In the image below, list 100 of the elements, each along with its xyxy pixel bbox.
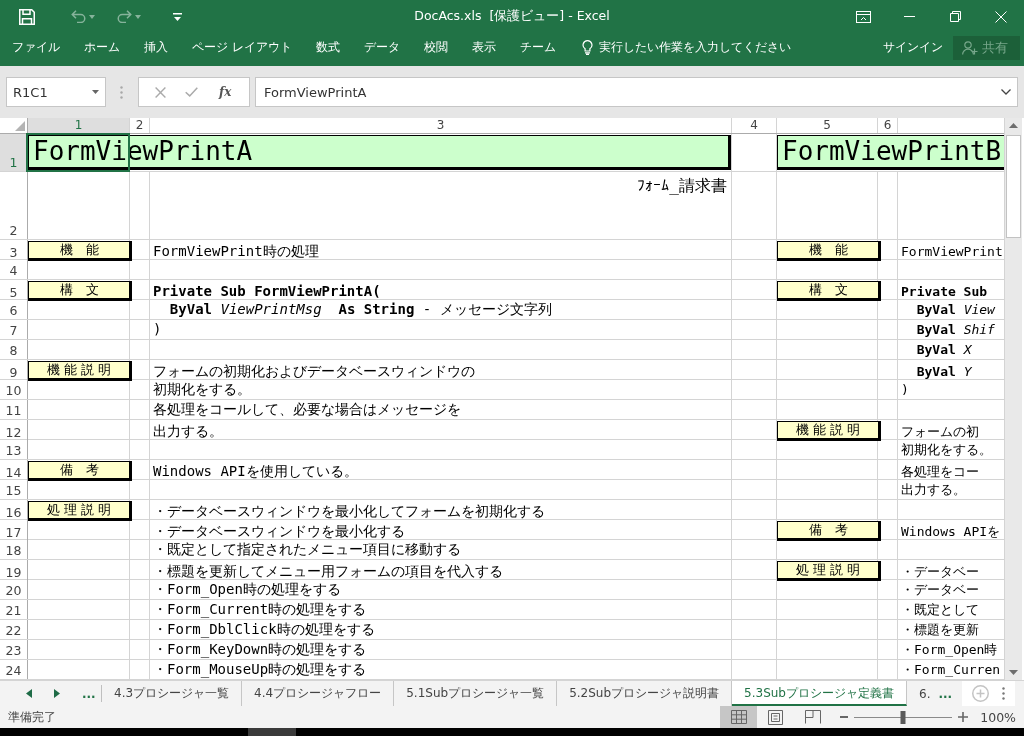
cell-text: ByVal ViewPrintMsg As String - メッセージ文字列 [168, 301, 552, 318]
cell-text: ・データベースウィンドウを最小化する [153, 523, 405, 540]
normal-view-button[interactable] [720, 706, 758, 728]
row-header[interactable]: 2 [0, 172, 27, 239]
ribbon-display-icon [855, 10, 871, 23]
sheet-tab[interactable]: 5.3Subプロシージャ定義書 [732, 681, 907, 706]
sign-in-button[interactable]: サインイン [873, 33, 953, 62]
cell-text: Windows APIを [901, 523, 1001, 540]
row-header[interactable]: 16 [0, 500, 27, 521]
check-icon[interactable] [184, 87, 198, 97]
cell-text: ByVal View [915, 301, 995, 318]
row-header[interactable]: 23 [0, 640, 27, 659]
ribbon-tab[interactable]: データ [351, 33, 412, 62]
customize-icon [173, 12, 182, 21]
row-header[interactable]: 5 [0, 280, 27, 301]
section-label: 機 能 説 明 [28, 361, 132, 381]
save-icon [19, 8, 35, 25]
grip-dots-icon[interactable] [1002, 687, 1006, 700]
slider-thumb[interactable] [900, 710, 906, 724]
cancel-icon[interactable] [154, 86, 166, 98]
ribbon-tab[interactable]: 数式 [303, 33, 352, 62]
section-label: 備 考 [777, 521, 881, 541]
up-arrow-icon[interactable] [1009, 123, 1018, 128]
cell-text: FormViewPrint時の処理 [153, 243, 319, 260]
row-header[interactable]: 22 [0, 620, 27, 639]
ribbon-tab[interactable]: ホーム [72, 33, 132, 62]
caret-icon [89, 14, 95, 19]
row-header[interactable]: 6 [0, 300, 27, 319]
right-triangle-icon[interactable] [54, 689, 60, 698]
cell-text: ・データベー [901, 563, 979, 580]
more-sheets-button[interactable]: ... [936, 681, 955, 706]
page-icon [768, 709, 784, 725]
row-header[interactable]: 15 [0, 480, 27, 499]
row-header[interactable]: 3 [0, 240, 27, 261]
zoom-level[interactable]: 100% [980, 709, 1016, 725]
row-header[interactable]: 20 [0, 580, 27, 599]
column-header[interactable]: 1 [28, 118, 129, 133]
row-header[interactable]: 7 [0, 320, 27, 339]
cell-text: ByVal Shif [915, 321, 995, 338]
left-triangle-icon[interactable] [26, 689, 32, 698]
more-sheets-button[interactable]: ... [80, 686, 98, 701]
cell-text: ByVal Y [915, 363, 972, 380]
ribbon-tab[interactable]: チーム [507, 33, 568, 62]
section-label: 機 能 [28, 241, 132, 261]
window-title: DocAcs.xls [保護ビュー] - Excel [414, 8, 610, 25]
ribbon-tab[interactable]: 挿入 [132, 33, 180, 62]
ribbon-tab[interactable]: ページ レイアウト [180, 33, 304, 62]
cell-text: ・データベースウィンドウを最小化してフォームを初期化する [153, 503, 545, 520]
row-header[interactable]: 13 [0, 440, 27, 459]
cell-text: フォームの初 [901, 423, 979, 440]
cell-text: ・Form_MouseUp時の処理をする [153, 661, 367, 678]
ribbon-tab[interactable]: 表示 [459, 33, 508, 62]
procedure-title: FormViewPrintB [777, 135, 1004, 170]
section-label: 機 能 説 明 [777, 421, 881, 441]
chevron-down-icon[interactable] [1001, 89, 1011, 95]
cell-text: Windows APIを使用している。 [153, 463, 358, 480]
section-label: 構 文 [777, 281, 881, 301]
cell-text: ﾌｫｰﾑ_請求書 [637, 176, 727, 195]
ribbon-tab[interactable]: 校閲 [411, 33, 460, 62]
section-label: 機 能 [777, 241, 881, 261]
minus-icon[interactable] [840, 716, 849, 718]
row-header[interactable]: 8 [0, 340, 27, 359]
row-header[interactable]: 12 [0, 420, 27, 441]
lightbulb-icon [581, 40, 593, 55]
formula-input[interactable]: FormViewPrintA [255, 77, 1018, 107]
cell-text: ・Form_KeyDown時の処理をする [153, 641, 367, 658]
name-box[interactable]: R1C1 [6, 77, 106, 107]
scrollbar-thumb[interactable] [1006, 135, 1021, 238]
cell-text: ・Form_DblClick時の処理をする [153, 621, 375, 638]
down-arrow-icon[interactable] [1009, 670, 1018, 675]
row-header[interactable]: 21 [0, 600, 27, 619]
status-text: 準備完了 [8, 708, 56, 726]
cell-text: ・Form_Open時の処理をする [153, 581, 341, 598]
sheet-tab[interactable]: 6. [907, 681, 933, 706]
cell-text: ・標題を更新してメニュー用フォームの項目を代入する [153, 563, 503, 580]
insert-function-button[interactable]: fx [217, 82, 234, 102]
cell-text: ByVal X [915, 341, 972, 358]
row-header[interactable]: 24 [0, 660, 27, 679]
corner-triangle-icon [15, 121, 25, 131]
caret-icon [135, 14, 141, 19]
cell-text: Private Sub FormViewPrintA( [153, 283, 381, 300]
cell-text: ) [901, 381, 909, 398]
row-header[interactable]: 18 [0, 540, 27, 559]
row-header[interactable]: 17 [0, 520, 27, 541]
ribbon-tab[interactable]: ファイル [0, 33, 72, 62]
page-break-icon [804, 710, 821, 724]
row-header[interactable]: 19 [0, 560, 27, 581]
plus-icon[interactable] [958, 712, 969, 722]
row-header[interactable]: 1 [0, 134, 27, 171]
row-header[interactable]: 14 [0, 460, 27, 481]
row-header[interactable]: 11 [0, 400, 27, 419]
row-header[interactable]: 10 [0, 380, 27, 399]
tell-me-button[interactable]: 実行したい作業を入力してください [575, 33, 797, 62]
cell-text: ・既定として [901, 601, 979, 618]
grip-dots-icon[interactable] [120, 85, 123, 99]
section-label: 処 理 説 明 [28, 501, 132, 521]
row-header[interactable]: 4 [0, 260, 27, 279]
vertical-scrollbar[interactable] [1004, 118, 1022, 680]
row-header[interactable]: 9 [0, 360, 27, 381]
cell-text: ・Form_Curren [901, 661, 1001, 678]
